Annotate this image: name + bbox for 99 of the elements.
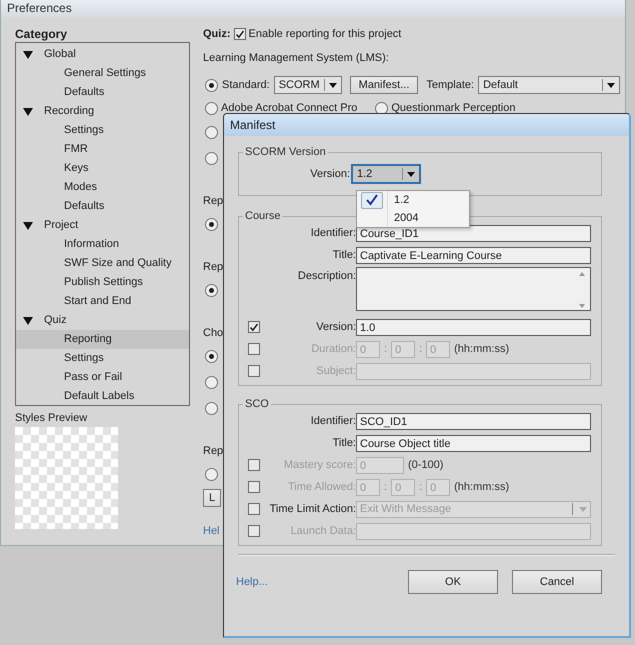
dropdown-arrow-icon [328,82,337,88]
quiz-label: Quiz: [203,28,230,40]
text-field[interactable]: Captivate E-Learning Course [356,246,591,264]
scrollbar-arrows-icon [578,271,586,309]
field-label: Subject: [315,365,356,377]
radio-button[interactable] [205,126,218,139]
template-label: Template: [426,79,474,91]
radio-button[interactable] [205,218,218,231]
radio-label: Adobe Acrobat Connect Pro [221,102,358,114]
tree-item[interactable]: Recording [16,102,189,121]
dropdown[interactable]: SCORM [274,76,342,94]
checkmark-icon [366,194,378,206]
field-label: Identifier: [310,415,356,427]
radio-label: Questionmark Perception [391,102,516,114]
partial-button[interactable]: L [203,489,222,507]
tree-item[interactable]: Defaults [16,83,189,102]
text-field[interactable]: SCO_ID1 [356,412,591,430]
tree-item[interactable]: Quiz [16,311,189,330]
menu-item[interactable]: 2004 [357,209,469,227]
field-label: Time Allowed: [286,481,356,493]
version-dropdown[interactable]: 1.2 [351,164,421,184]
section-heading: Category [15,27,68,42]
tree-item[interactable]: SWF Size and Quality [16,254,189,273]
checkbox[interactable] [248,503,260,515]
tree-item[interactable]: Settings [16,121,189,140]
help-link[interactable]: Help... [236,576,268,588]
window-title: Preferences [7,1,72,15]
dropdown-arrow-icon [407,172,415,176]
tree-item[interactable]: General Settings [16,64,189,83]
radio-button[interactable] [205,284,218,297]
radio-button[interactable] [205,376,218,389]
radio-label: Standard: [222,79,270,91]
section-label: Rep [203,195,224,209]
preview-label: Styles Preview [15,412,88,426]
field-label: Mastery score: [282,459,356,471]
dialog-button[interactable]: OK [408,570,498,594]
expand-triangle-icon [23,222,33,230]
lms-label: Learning Management System (LMS): [203,52,389,66]
field-label: Launch Data: [290,525,356,537]
dropdown-arrow-icon [607,82,616,88]
tree-item[interactable]: Information [16,235,189,254]
radio-button[interactable] [205,78,218,92]
radio-button[interactable] [205,152,218,165]
radio-button[interactable] [375,102,388,114]
time-separator: : [419,481,422,493]
section-label: Cho [203,327,224,341]
dropdown[interactable]: Default [478,76,620,94]
tree-item[interactable]: Start and End [16,292,189,311]
tree-item[interactable]: Global [16,45,189,64]
format-hint: (hh:mm:ss) [454,481,510,493]
field-label: Time Limit Action: [268,503,356,515]
checkbox[interactable] [248,321,260,333]
expand-triangle-icon [23,108,33,116]
expand-triangle-icon [23,316,33,324]
text-field[interactable] [356,522,591,540]
dialog-button[interactable]: Cancel [512,570,602,594]
field-label: Version: [310,168,350,180]
tree-item[interactable]: Settings [16,349,189,368]
field-label: Title: [332,437,356,449]
format-hint: (hh:mm:ss) [454,343,510,355]
radio-button[interactable] [205,468,218,481]
text-field[interactable] [356,362,591,380]
field-label: Description: [296,270,356,282]
menu-item[interactable]: 1.2 [357,191,469,209]
field-label: Version: [315,321,356,333]
time-separator: : [384,343,388,355]
radio-button[interactable] [205,350,218,363]
range-hint: (0-100) [408,459,444,471]
tree-item[interactable]: Default Labels [16,387,189,406]
expand-triangle-icon [23,50,33,58]
dialog-title: Manifest [230,118,276,132]
help-link[interactable]: Hel [203,525,220,537]
radio-button[interactable] [205,102,218,114]
text-field[interactable]: Course Object title [356,434,591,452]
field-label: Identifier: [310,227,356,239]
checkbox[interactable] [234,28,246,40]
tree-item[interactable]: Pass or Fail [16,368,189,387]
section-label: Rep [203,445,224,459]
group-title: SCO [244,398,270,410]
manifest-button[interactable]: Manifest... [350,76,418,94]
field-label: Duration: [310,343,356,355]
group-title: SCORM Version [244,146,327,158]
group-title: Course [244,210,282,222]
tree-item[interactable]: Project [16,216,189,235]
tree-item[interactable]: Publish Settings [16,273,189,292]
text-field[interactable]: 1.0 [356,318,591,336]
section-label: Rep [203,261,224,275]
checkbox-label: Enable reporting for this project [248,28,402,40]
time-separator: : [384,481,388,493]
time-separator: : [419,343,422,355]
radio-button[interactable] [205,402,218,415]
tree-item[interactable]: Reporting [16,330,189,349]
field-label: Title: [332,249,356,261]
tree-item[interactable]: Keys [16,159,189,178]
dropdown-arrow-icon [579,506,587,512]
tree-item[interactable]: FMR [16,140,189,159]
text-area[interactable] [356,267,591,311]
tree-item[interactable]: Modes [16,178,189,197]
tree-item[interactable]: Defaults [16,197,189,216]
